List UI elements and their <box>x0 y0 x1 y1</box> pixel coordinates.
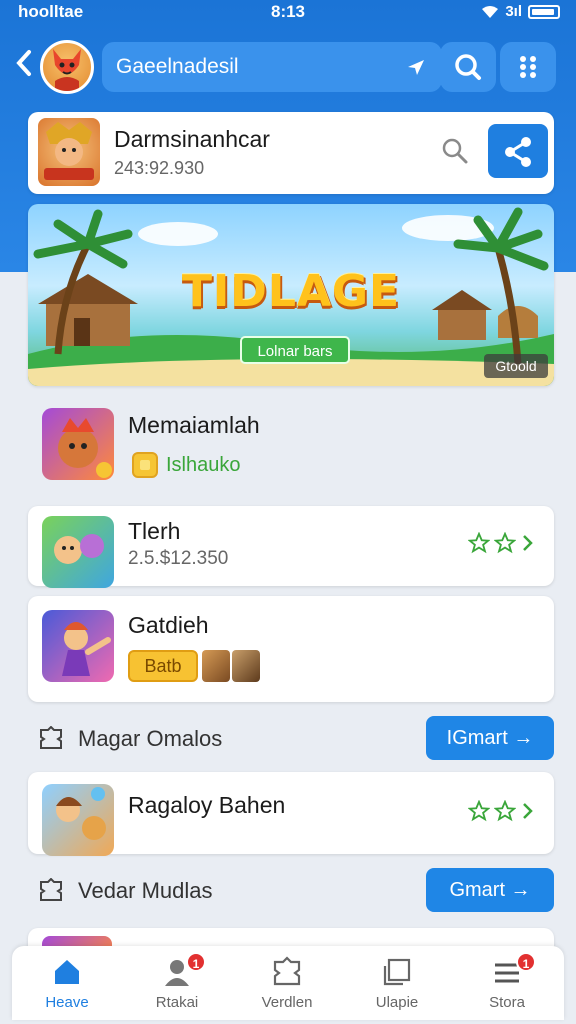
rating <box>468 532 536 554</box>
game-thumbnail <box>42 784 114 856</box>
section-action-button[interactable]: IGmart → <box>426 716 554 760</box>
section-title: Vedar Mudlas <box>78 878 213 903</box>
list-item[interactable]: Gatdieh Batb <box>28 596 554 702</box>
app-bar: Gaeelnadesil <box>14 38 562 96</box>
list-item[interactable]: Ragaloy Bahen <box>28 772 554 856</box>
item-title: Gatdieh <box>128 612 209 638</box>
fox-avatar-icon <box>53 49 81 91</box>
section-header: Vedar Mudlas Gmart → <box>28 868 554 912</box>
star-outline-icon <box>494 532 516 554</box>
battery-icon <box>528 4 560 19</box>
tab-verdlen[interactable]: Verdlen <box>232 946 342 1020</box>
puzzle-icon <box>273 956 301 986</box>
puzzle-icon <box>38 725 64 755</box>
grid-dots-icon <box>520 56 536 78</box>
window-icon <box>383 958 411 986</box>
item-thumb-small <box>202 650 230 682</box>
section-title: Magar Omalos <box>78 726 223 751</box>
notification-badge: 1 <box>516 952 536 972</box>
item-title: Tlerh <box>128 518 181 544</box>
item-price: 2.5.$12.350 <box>128 548 229 569</box>
home-icon <box>55 960 79 984</box>
game-thumbnail <box>42 610 114 682</box>
tab-home[interactable]: Heave <box>12 946 122 1020</box>
notification-badge: 1 <box>186 952 206 972</box>
banner-title: TIDLAGE <box>181 266 401 317</box>
tab-label: Verdlen <box>261 994 313 1011</box>
back-button[interactable] <box>14 48 40 84</box>
game-thumbnail <box>42 408 114 480</box>
search-input[interactable]: Gaeelnadesil <box>102 42 442 92</box>
status-icons: 3ıl <box>481 3 560 20</box>
signal-text: 3ıl <box>505 3 522 20</box>
more-button[interactable] <box>500 42 556 92</box>
featured-banner[interactable]: TIDLAGE Lolnar bars Gtoold <box>28 204 554 386</box>
tab-label: Heave <box>45 994 89 1011</box>
star-outline-icon <box>494 800 516 822</box>
section-header: Magar Omalos IGmart → <box>28 716 554 760</box>
puzzle-icon <box>38 877 64 907</box>
star-outline-icon <box>468 532 490 554</box>
tab-label: Rtakai <box>155 994 199 1011</box>
chevron-right-icon[interactable] <box>520 532 536 554</box>
avatar[interactable] <box>40 40 94 94</box>
tab-ranking[interactable]: 1 Rtakai <box>122 946 232 1020</box>
item-title: Ragaloy Bahen <box>128 792 286 818</box>
bottom-tab-bar: Heave 1 Rtakai Verdlen Ulapie 1 Stora <box>12 946 564 1020</box>
profile-name: Darmsinanhcar <box>114 126 270 152</box>
search-text: Gaeelnadesil <box>116 55 239 78</box>
banner-tag: Gtoold <box>484 354 548 378</box>
profile-game-icon <box>38 118 100 186</box>
section-action-button[interactable]: Gmart → <box>426 868 554 912</box>
tab-store[interactable]: 1 Stora <box>452 946 562 1020</box>
list-item[interactable]: Tlerh 2.5.$12.350 <box>28 506 554 588</box>
star-outline-icon <box>468 800 490 822</box>
rating <box>468 800 536 822</box>
game-thumbnail <box>42 516 114 588</box>
profile-card[interactable]: Darmsinanhcar 243:92.930 <box>28 112 554 194</box>
banner-play-button[interactable]: Lolnar bars <box>240 336 350 364</box>
item-reward: Islhauko <box>132 452 241 478</box>
list-item[interactable]: Memaiamlah Islhauko <box>28 400 554 500</box>
wifi-icon <box>482 5 499 18</box>
status-bar: hoolltae 8:13 3ıl <box>0 0 576 26</box>
item-reward-label: Islhauko <box>166 453 241 476</box>
chevron-right-icon[interactable] <box>520 800 536 822</box>
search-icon[interactable] <box>440 136 470 171</box>
tab-label: Stora <box>489 994 525 1011</box>
coin-icon <box>132 452 158 478</box>
send-icon[interactable] <box>406 42 426 96</box>
search-icon <box>455 54 481 80</box>
share-icon <box>505 137 531 167</box>
tab-ulapie[interactable]: Ulapie <box>342 946 452 1020</box>
search-button[interactable] <box>440 42 496 92</box>
item-tag: Batb <box>128 650 198 682</box>
item-title: Memaiamlah <box>128 412 260 438</box>
profile-score: 243:92.930 <box>114 158 205 178</box>
item-thumb-small <box>232 650 260 682</box>
chevron-left-icon <box>16 50 31 76</box>
share-button[interactable] <box>488 124 548 178</box>
tab-label: Ulapie <box>375 994 419 1011</box>
